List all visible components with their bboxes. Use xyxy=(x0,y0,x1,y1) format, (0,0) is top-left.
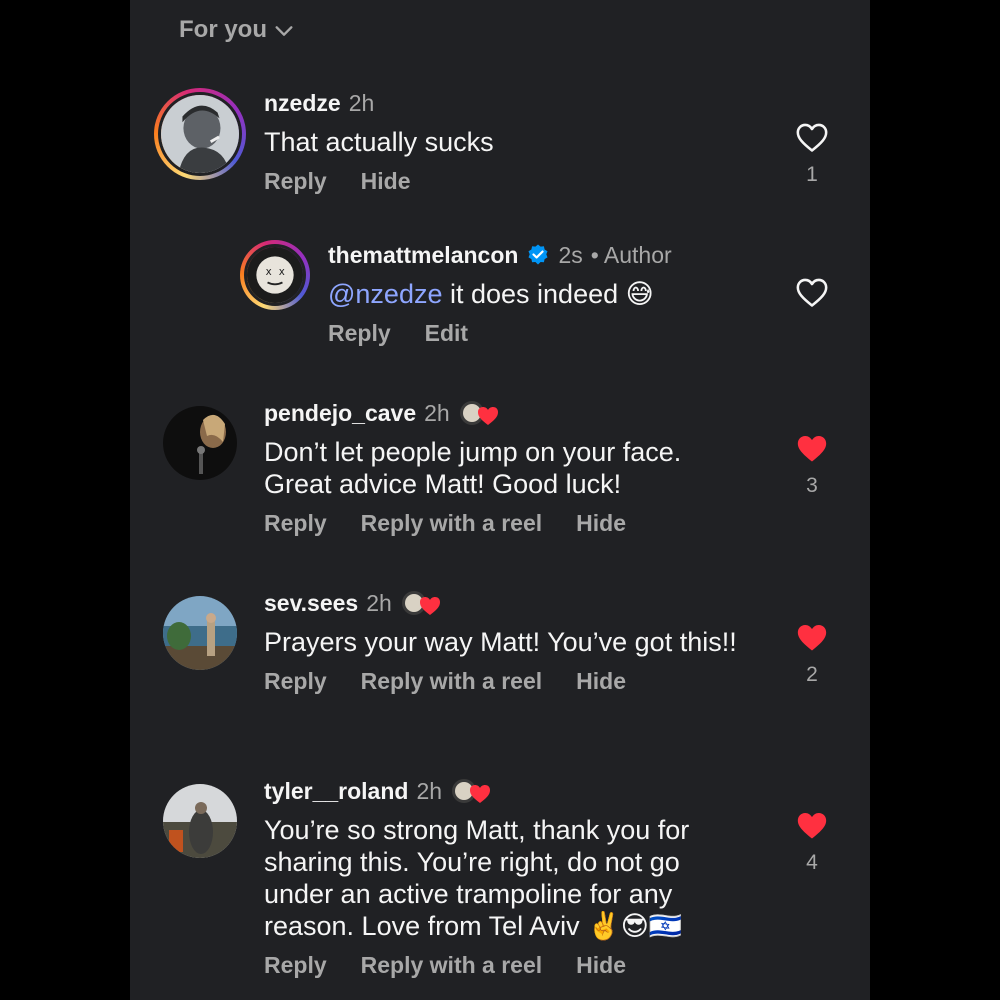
like-count: 4 xyxy=(806,851,818,874)
username[interactable]: nzedze xyxy=(264,88,341,118)
svg-text:x: x xyxy=(279,266,285,278)
heart-filled-icon[interactable] xyxy=(795,432,829,464)
reply-button[interactable]: Reply xyxy=(264,166,327,196)
hide-button[interactable]: Hide xyxy=(576,666,626,696)
comment-text: Prayers your way Matt! You’ve got this!! xyxy=(264,627,737,657)
heart-filled-icon[interactable] xyxy=(795,621,829,653)
author-label: • Author xyxy=(590,242,672,268)
heart-filled-icon[interactable] xyxy=(795,809,829,841)
timestamp: 2h xyxy=(366,590,392,616)
hide-button[interactable]: Hide xyxy=(361,166,411,196)
edit-button[interactable]: Edit xyxy=(425,318,468,348)
comment-text: Don’t let people jump on your face. Grea… xyxy=(264,437,682,499)
heart-outline-icon[interactable] xyxy=(795,276,829,308)
username[interactable]: pendejo_cave xyxy=(264,398,416,428)
username[interactable]: themattmelancon xyxy=(328,240,518,270)
svg-text:x: x xyxy=(266,266,272,278)
timestamp: 2h xyxy=(424,400,450,426)
profile-photo: x x xyxy=(247,247,303,303)
like-count: 2 xyxy=(806,663,818,686)
comments-panel: For you nzedze 2h That actually sucks Re… xyxy=(130,0,870,1000)
like-count: 3 xyxy=(806,474,818,497)
reply-button[interactable]: Reply xyxy=(264,666,327,696)
author-liked-icon xyxy=(450,776,494,806)
timestamp: 2h xyxy=(348,90,375,116)
heart-outline-icon[interactable] xyxy=(795,121,829,153)
reply-with-reel-button[interactable]: Reply with a reel xyxy=(361,508,543,538)
mention-link[interactable]: @nzedze xyxy=(328,279,442,309)
reply-with-reel-button[interactable]: Reply with a reel xyxy=(361,950,543,980)
comment-text: That actually sucks xyxy=(264,127,494,157)
verified-badge-icon xyxy=(528,244,548,265)
reply-with-reel-button[interactable]: Reply with a reel xyxy=(361,666,543,696)
reply-button[interactable]: Reply xyxy=(264,950,327,980)
comment-text: You’re so strong Matt, thank you for sha… xyxy=(264,815,690,941)
username[interactable]: sev.sees xyxy=(264,588,358,618)
author-liked-icon xyxy=(458,398,502,428)
timestamp: 2s xyxy=(558,242,583,268)
reply-button[interactable]: Reply xyxy=(264,508,327,538)
timestamp: 2h xyxy=(416,778,443,804)
avatar[interactable] xyxy=(163,596,237,670)
username[interactable]: tyler__roland xyxy=(264,776,408,806)
avatar[interactable] xyxy=(163,784,237,858)
comment-text: it does indeed 😅 xyxy=(442,279,654,309)
profile-photo xyxy=(163,784,237,858)
avatar[interactable]: x x xyxy=(240,240,310,310)
hide-button[interactable]: Hide xyxy=(576,950,626,980)
sort-label: For you xyxy=(179,16,267,43)
like-count: 1 xyxy=(806,163,818,186)
hide-button[interactable]: Hide xyxy=(576,508,626,538)
avatar[interactable] xyxy=(163,406,237,480)
avatar[interactable] xyxy=(154,88,246,180)
profile-photo xyxy=(163,596,237,670)
reply-button[interactable]: Reply xyxy=(328,318,391,348)
chevron-down-icon xyxy=(275,26,293,36)
profile-photo xyxy=(163,406,237,480)
sort-dropdown[interactable]: For you xyxy=(179,16,295,44)
profile-photo xyxy=(161,95,239,173)
author-liked-icon xyxy=(400,588,444,618)
